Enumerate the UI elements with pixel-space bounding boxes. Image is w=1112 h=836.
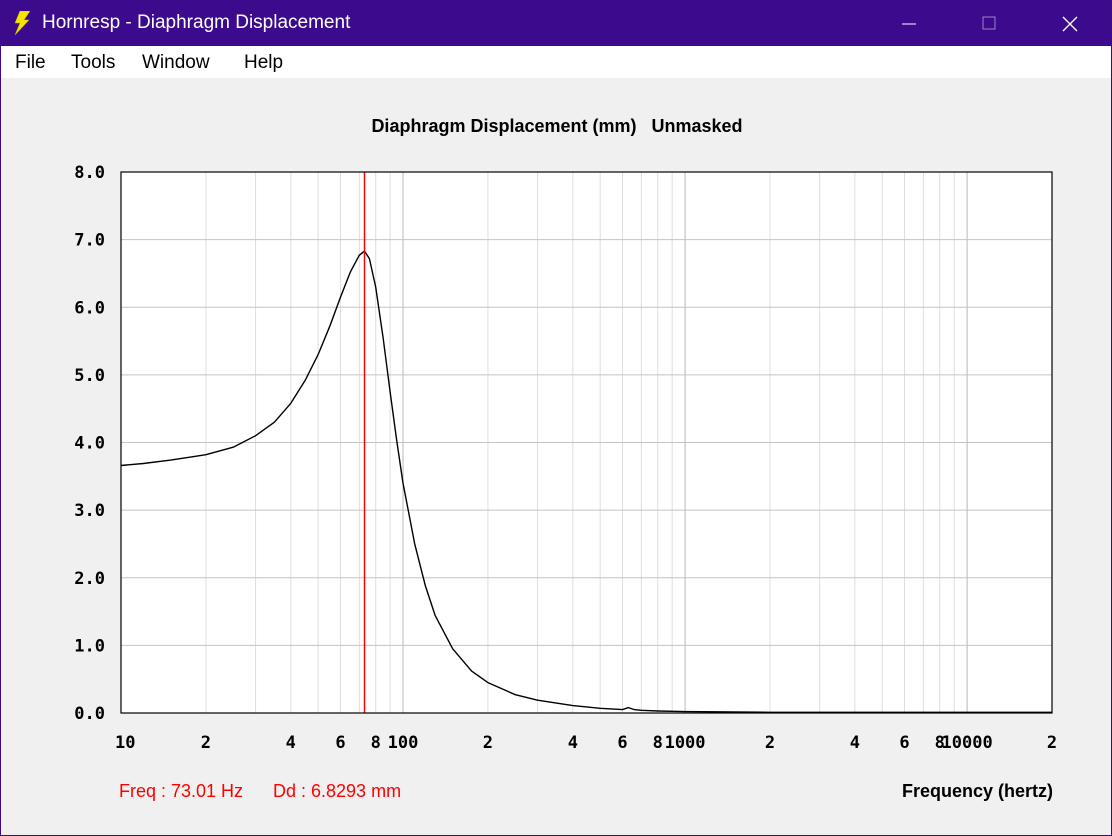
y-tick-label: 2.0 bbox=[74, 569, 105, 589]
minimize-icon bbox=[902, 23, 916, 25]
displacement-chart: 0.0 1.0 2.0 3.0 4.0 5.0 6.0 7.0 8.0 10 2 4 6 8 100 2 4 6 8… bbox=[74, 163, 1057, 753]
x-tick-label: 6 bbox=[335, 733, 345, 753]
x-tick-label: 10000 bbox=[942, 733, 993, 753]
app-window: Hornresp - Diaphragm Displacement File T… bbox=[0, 0, 1112, 836]
menu-file[interactable]: File bbox=[15, 52, 46, 74]
x-tick-label: 4 bbox=[568, 733, 578, 753]
menu-window[interactable]: Window bbox=[142, 52, 210, 74]
y-tick-label: 4.0 bbox=[74, 434, 105, 454]
y-tick-label: 3.0 bbox=[74, 501, 105, 521]
y-tick-label: 7.0 bbox=[74, 231, 105, 251]
menu-bar: File Tools Window Help bbox=[1, 46, 1111, 78]
y-tick-label: 1.0 bbox=[74, 636, 105, 656]
y-tick-label: 5.0 bbox=[74, 366, 105, 386]
frequency-readout: Freq : 73.01 Hz bbox=[119, 781, 244, 801]
close-button[interactable] bbox=[1029, 1, 1109, 46]
y-tick-label: 0.0 bbox=[74, 704, 105, 724]
x-tick-label: 10 bbox=[115, 733, 135, 753]
lightning-bolt-icon bbox=[11, 10, 33, 36]
x-tick-label: 2 bbox=[1047, 733, 1057, 753]
y-tick-label: 8.0 bbox=[74, 163, 105, 183]
x-tick-label: 2 bbox=[201, 733, 211, 753]
x-tick-label: 6 bbox=[617, 733, 627, 753]
minimize-button[interactable] bbox=[869, 1, 949, 46]
x-axis-label: Frequency (hertz) bbox=[901, 781, 1053, 801]
x-tick-label: 2 bbox=[483, 733, 493, 753]
x-tick-label: 100 bbox=[388, 733, 419, 753]
x-tick-label: 4 bbox=[850, 733, 860, 753]
y-tick-label: 6.0 bbox=[74, 298, 105, 318]
displacement-readout: Dd : 6.8293 mm bbox=[273, 781, 402, 801]
maximize-button[interactable] bbox=[949, 1, 1029, 46]
close-icon bbox=[1062, 16, 1078, 32]
x-tick-label: 2 bbox=[765, 733, 775, 753]
menu-tools[interactable]: Tools bbox=[71, 52, 115, 74]
title-bar[interactable]: Hornresp - Diaphragm Displacement bbox=[1, 1, 1111, 46]
x-tick-label: 8 bbox=[371, 733, 381, 753]
window-title: Hornresp - Diaphragm Displacement bbox=[42, 12, 351, 33]
x-tick-label: 8 bbox=[653, 733, 663, 753]
x-tick-label: 4 bbox=[286, 733, 296, 753]
x-tick-label: 6 bbox=[899, 733, 909, 753]
x-tick-label: 1000 bbox=[665, 733, 706, 753]
maximize-icon bbox=[982, 16, 996, 30]
menu-help[interactable]: Help bbox=[244, 52, 283, 74]
